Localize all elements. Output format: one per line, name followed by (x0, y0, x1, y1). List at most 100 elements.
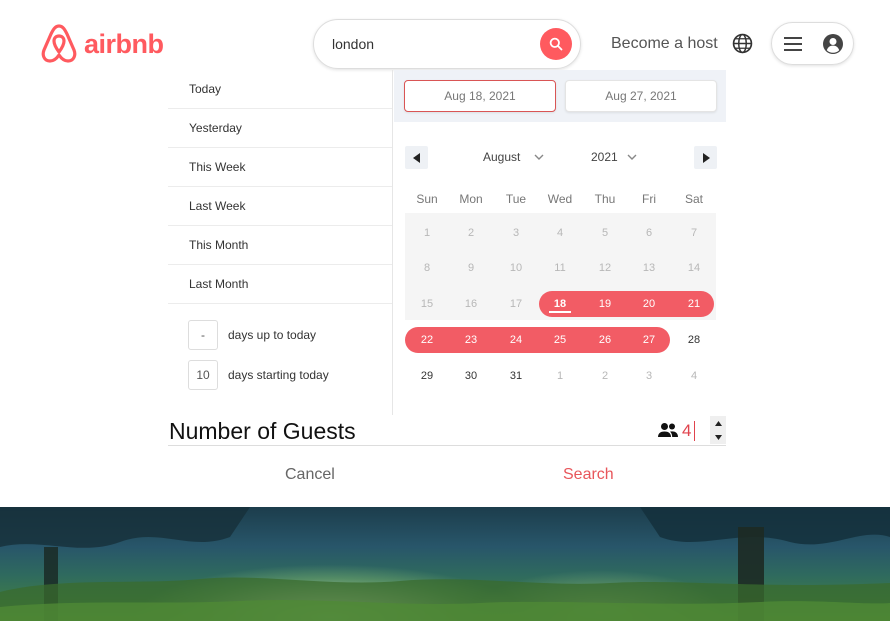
calendar-day-label: 7 (690, 227, 698, 239)
preset-this-week[interactable]: This Week (168, 148, 392, 187)
guests-spinner[interactable] (710, 416, 726, 444)
calendar-day-label: 13 (642, 262, 656, 274)
days-starting-today-label: days starting today (228, 368, 329, 382)
calendar-day-selected[interactable]: 27 (627, 327, 671, 353)
guests-input[interactable] (682, 419, 710, 443)
search-submit-button[interactable]: Search (563, 466, 614, 484)
calendar-day-selected[interactable]: 25 (538, 327, 582, 353)
calendar-day-label: 16 (464, 298, 478, 310)
calendar-day-label: 3 (645, 370, 653, 382)
start-date-input[interactable]: Aug 18, 2021 (404, 80, 556, 112)
calendar-day: 1 (538, 363, 582, 389)
year-select[interactable]: 2021 (591, 150, 637, 164)
chevron-down-icon (534, 154, 544, 160)
calendar-day-selected[interactable]: 18 (538, 291, 582, 317)
search-button[interactable] (540, 28, 572, 60)
calendar-day-selected[interactable]: 26 (583, 327, 627, 353)
calendar-day[interactable]: 30 (449, 363, 493, 389)
preset-today[interactable]: Today (168, 70, 392, 109)
days-starting-today-input[interactable]: 10 (188, 360, 218, 390)
weekday-wed: Wed (547, 192, 573, 206)
preset-yesterday[interactable]: Yesterday (168, 109, 392, 148)
calendar-day: 8 (405, 255, 449, 281)
month-select[interactable]: August (483, 150, 544, 164)
calendar-day: 3 (627, 363, 671, 389)
date-preset-panel: Today Yesterday This Week Last Week This… (168, 70, 393, 415)
calendar-day: 5 (583, 220, 627, 246)
calendar-day-label: 17 (509, 298, 523, 310)
airbnb-logo[interactable]: airbnb (40, 23, 164, 65)
calendar-day[interactable]: 28 (672, 327, 716, 353)
hamburger-menu-icon (784, 37, 802, 51)
guests-divider (168, 445, 726, 446)
search-icon (549, 37, 563, 51)
calendar-day-label: 20 (642, 298, 656, 310)
month-label: August (483, 150, 521, 164)
people-icon (658, 423, 678, 437)
weekday-tue: Tue (505, 192, 527, 206)
triangle-left-icon (412, 152, 420, 163)
text-caret (694, 421, 695, 441)
calendar-day: 6 (627, 220, 671, 246)
calendar-day[interactable]: 29 (405, 363, 449, 389)
guests-title: Number of Guests (169, 418, 356, 444)
triangle-right-icon (702, 152, 710, 163)
calendar-day-label: 14 (687, 262, 701, 274)
user-avatar-icon (823, 34, 843, 54)
days-up-to-today-row: - days up to today (188, 320, 316, 350)
calendar-day-label: 8 (423, 262, 431, 274)
calendar-day: 4 (538, 220, 582, 246)
calendar-day-label: 31 (509, 370, 523, 382)
cancel-button[interactable]: Cancel (285, 466, 335, 484)
become-host-link[interactable]: Become a host (611, 35, 718, 53)
weekday-sat: Sat (684, 192, 703, 206)
calendar-day: 13 (627, 255, 671, 281)
calendar-day-label: 24 (509, 334, 523, 346)
calendar-day-selected[interactable]: 23 (449, 327, 493, 353)
increment-icon[interactable] (714, 420, 722, 426)
calendar-day-label: 6 (645, 227, 653, 239)
calendar-day-selected[interactable]: 24 (494, 327, 538, 353)
calendar-day[interactable]: 31 (494, 363, 538, 389)
airbnb-logo-icon (41, 24, 77, 63)
calendar-day-selected[interactable]: 22 (405, 327, 449, 353)
calendar-day: 2 (583, 363, 627, 389)
calendar-day-label: 28 (687, 334, 701, 346)
calendar-day: 14 (672, 255, 716, 281)
calendar-day: 10 (494, 255, 538, 281)
calendar-day-label: 1 (423, 227, 431, 239)
calendar-day-label: 27 (642, 334, 656, 346)
globe-icon[interactable] (732, 33, 753, 54)
preset-last-month[interactable]: Last Month (168, 265, 392, 304)
calendar-day-label: 29 (420, 370, 434, 382)
end-date-input[interactable]: Aug 27, 2021 (565, 80, 717, 112)
days-up-to-today-input[interactable]: - (188, 320, 218, 350)
decrement-icon[interactable] (714, 434, 722, 440)
calendar-day: 16 (449, 291, 493, 317)
calendar-day-label: 9 (467, 262, 475, 274)
calendar-day-label: 2 (467, 227, 475, 239)
search-input[interactable] (332, 32, 532, 56)
preset-last-week[interactable]: Last Week (168, 187, 392, 226)
calendar-day-label: 12 (598, 262, 612, 274)
calendar-day: 4 (672, 363, 716, 389)
prev-month-button[interactable] (405, 146, 428, 169)
calendar-day: 12 (583, 255, 627, 281)
calendar-day: 15 (405, 291, 449, 317)
weekday-fri: Fri (642, 192, 656, 206)
search-bar[interactable] (313, 19, 581, 69)
brand-name: airbnb (84, 28, 164, 59)
hero-forest-image (0, 507, 890, 621)
calendar-day-label: 30 (464, 370, 478, 382)
calendar-day-label: 22 (420, 334, 434, 346)
calendar-day-selected[interactable]: 19 (583, 291, 627, 317)
preset-this-month[interactable]: This Month (168, 226, 392, 265)
calendar-day: 9 (449, 255, 493, 281)
weekday-thu: Thu (594, 192, 616, 206)
calendar-day-label: 21 (687, 298, 701, 310)
calendar-day-label: 4 (690, 370, 698, 382)
calendar-day-selected[interactable]: 21 (672, 291, 716, 317)
user-menu-button[interactable] (771, 22, 854, 65)
calendar-day-selected[interactable]: 20 (627, 291, 671, 317)
next-month-button[interactable] (694, 146, 717, 169)
